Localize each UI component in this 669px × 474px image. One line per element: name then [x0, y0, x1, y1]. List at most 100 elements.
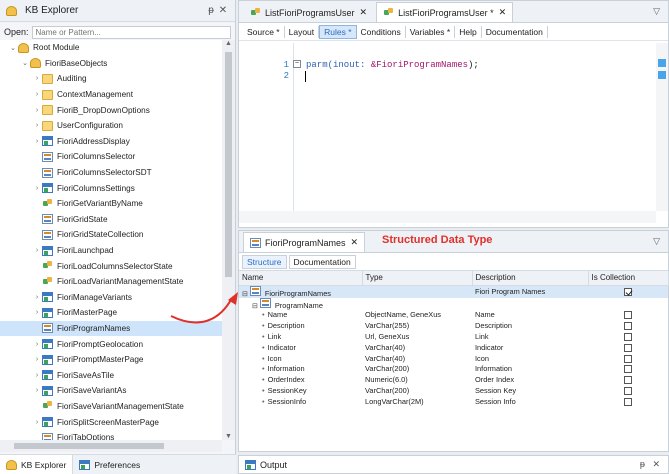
- part-tab[interactable]: Source *: [243, 25, 285, 38]
- close-icon[interactable]: ✕: [652, 459, 660, 469]
- close-icon[interactable]: ✕: [499, 7, 507, 18]
- navigation-marker-icon[interactable]: [658, 71, 666, 79]
- sdt-row[interactable]: • Link Url, GeneXus Link: [239, 331, 668, 342]
- tree-item[interactable]: FioriProgramNames: [0, 320, 222, 337]
- tree-item[interactable]: › FioriManageVariants: [0, 290, 222, 306]
- collapse-icon[interactable]: ⊟: [252, 303, 258, 310]
- column-header-name[interactable]: Name: [239, 271, 363, 286]
- tab-structure[interactable]: Structure: [242, 254, 287, 269]
- column-header-description[interactable]: Description: [472, 271, 589, 286]
- expand-toggle-icon[interactable]: ›: [32, 247, 42, 254]
- is-collection-checkbox[interactable]: [624, 354, 632, 363]
- is-collection-checkbox[interactable]: [624, 322, 632, 331]
- scroll-up-icon[interactable]: ▲: [222, 40, 235, 47]
- is-collection-checkbox[interactable]: [624, 397, 632, 406]
- sdt-row[interactable]: • OrderIndex Numeric(6.0) Order Index: [239, 374, 668, 385]
- tab-kb-explorer[interactable]: KB Explorer: [0, 455, 74, 474]
- tree-item[interactable]: FioriColumnsSelector: [0, 149, 222, 165]
- is-collection-checkbox[interactable]: [624, 365, 632, 374]
- tab-list-fiori-programs-user[interactable]: ListFioriProgramsUser * ✕: [376, 2, 514, 22]
- close-icon[interactable]: ✕: [351, 237, 359, 248]
- sdt-row[interactable]: • Icon VarChar(40) Icon: [239, 353, 668, 364]
- sdt-row[interactable]: • SessionInfo LongVarChar(2M) Session Info: [239, 396, 668, 407]
- expand-toggle-icon[interactable]: ›: [32, 185, 42, 192]
- expand-toggle-icon[interactable]: ›: [32, 75, 42, 82]
- tab-fiori-program-names[interactable]: FioriProgramNames ✕: [243, 232, 366, 252]
- scroll-thumb[interactable]: [225, 52, 232, 277]
- tree-item[interactable]: › FioriLaunchpad: [0, 243, 222, 259]
- part-tab[interactable]: Documentation: [482, 25, 548, 38]
- is-collection-checkbox[interactable]: [624, 311, 632, 320]
- sdt-row[interactable]: • Name ObjectName, GeneXus Name: [239, 310, 668, 321]
- chevron-down-icon[interactable]: ▽: [653, 6, 660, 17]
- expand-toggle-icon[interactable]: ›: [32, 91, 42, 98]
- kb-tree-vertical-scrollbar[interactable]: ▲ ▼: [222, 40, 235, 440]
- expand-toggle-icon[interactable]: ›: [32, 419, 42, 426]
- part-tab[interactable]: Help: [455, 25, 482, 38]
- is-collection-checkbox[interactable]: [624, 288, 632, 297]
- tree-item[interactable]: › FioriSaveAsTile: [0, 367, 222, 383]
- is-collection-checkbox[interactable]: [624, 387, 632, 395]
- expand-toggle-icon[interactable]: ›: [32, 107, 42, 114]
- is-collection-checkbox[interactable]: [624, 333, 632, 342]
- tree-item[interactable]: FioriLoadVariantManagementState: [0, 274, 222, 290]
- tree-item[interactable]: ⌄ Root Module: [0, 40, 222, 56]
- tree-item[interactable]: › FioriMasterPage: [0, 305, 222, 321]
- expand-toggle-icon[interactable]: ›: [32, 122, 42, 129]
- part-tab[interactable]: Layout: [285, 25, 320, 38]
- is-collection-checkbox[interactable]: [624, 343, 632, 352]
- tree-item[interactable]: › FioriColumnsSettings: [0, 180, 222, 196]
- pin-icon[interactable]: ᵽ: [205, 5, 217, 16]
- tree-item[interactable]: › FioriB_DropDownOptions: [0, 102, 222, 118]
- part-tab[interactable]: Conditions: [357, 25, 406, 38]
- sdt-row[interactable]: ⊟ FioriProgramNames Fiori Program Names: [239, 285, 668, 298]
- expand-toggle-icon[interactable]: ›: [32, 309, 42, 316]
- fold-icon[interactable]: −: [293, 60, 301, 68]
- tree-item[interactable]: ⌄ FioriBaseObjects: [0, 56, 222, 72]
- tree-item[interactable]: › FioriAddressDisplay: [0, 134, 222, 150]
- tree-item[interactable]: › FioriSaveVariantAs: [0, 383, 222, 399]
- sdt-row[interactable]: • Description VarChar(255) Description: [239, 320, 668, 331]
- is-collection-checkbox[interactable]: [624, 376, 632, 385]
- expand-toggle-icon[interactable]: ›: [32, 387, 42, 394]
- navigation-marker-icon[interactable]: [658, 59, 666, 67]
- close-icon[interactable]: ✕: [360, 7, 368, 18]
- expand-toggle-icon[interactable]: ⌄: [20, 59, 30, 67]
- tree-item[interactable]: › FioriPromptMasterPage: [0, 352, 222, 368]
- sdt-row[interactable]: • Indicator VarChar(40) Indicator: [239, 342, 668, 353]
- tab-preferences[interactable]: Preferences: [73, 455, 146, 474]
- column-header-is-collection[interactable]: Is Collection: [588, 271, 669, 286]
- tree-item[interactable]: FioriColumnsSelectorSDT: [0, 165, 222, 181]
- open-search-input[interactable]: [31, 25, 231, 39]
- code-editor[interactable]: 1 2 − parm(inout: &FioriProgramNames);: [239, 43, 656, 211]
- kb-tree-horizontal-scrollbar[interactable]: [0, 440, 222, 452]
- part-tab[interactable]: Variables *: [406, 25, 456, 38]
- part-tab[interactable]: Rules *: [319, 24, 357, 39]
- scroll-down-icon[interactable]: ▼: [222, 433, 235, 440]
- close-icon[interactable]: ✕: [217, 5, 229, 16]
- sdt-row[interactable]: • SessionKey VarChar(200) Session Key: [239, 385, 668, 396]
- tree-item[interactable]: › Auditing: [0, 71, 222, 87]
- expand-toggle-icon[interactable]: ›: [32, 356, 42, 363]
- tree-item[interactable]: › UserConfiguration: [0, 118, 222, 134]
- tree-item[interactable]: FioriLoadColumnsSelectorState: [0, 258, 222, 274]
- tab-list-fiori-programs[interactable]: ListFioriProgramsUser ✕: [243, 2, 374, 22]
- editor-vertical-scrollbar[interactable]: [656, 43, 668, 211]
- tree-item[interactable]: › FioriPromptGeolocation: [0, 336, 222, 352]
- tree-item[interactable]: FioriSaveVariantManagementState: [0, 399, 222, 415]
- tree-item[interactable]: FioriGridStateCollection: [0, 227, 222, 243]
- expand-toggle-icon[interactable]: ›: [32, 294, 42, 301]
- expand-toggle-icon[interactable]: ›: [32, 138, 42, 145]
- expand-toggle-icon[interactable]: ›: [32, 372, 42, 379]
- editor-horizontal-scrollbar[interactable]: [239, 211, 656, 223]
- collapse-icon[interactable]: ⊟: [242, 291, 248, 298]
- tree-item[interactable]: › FioriSplitScreenMasterPage: [0, 414, 222, 430]
- tab-documentation[interactable]: Documentation: [288, 254, 356, 269]
- scroll-thumb[interactable]: [14, 443, 164, 449]
- tree-item[interactable]: FioriTabOptions: [0, 430, 222, 440]
- tree-item[interactable]: FioriGetVariantByName: [0, 196, 222, 212]
- tree-item[interactable]: › ContextManagement: [0, 87, 222, 103]
- expand-toggle-icon[interactable]: ⌄: [8, 44, 18, 52]
- tree-item[interactable]: FioriGridState: [0, 212, 222, 228]
- expand-toggle-icon[interactable]: ›: [32, 341, 42, 348]
